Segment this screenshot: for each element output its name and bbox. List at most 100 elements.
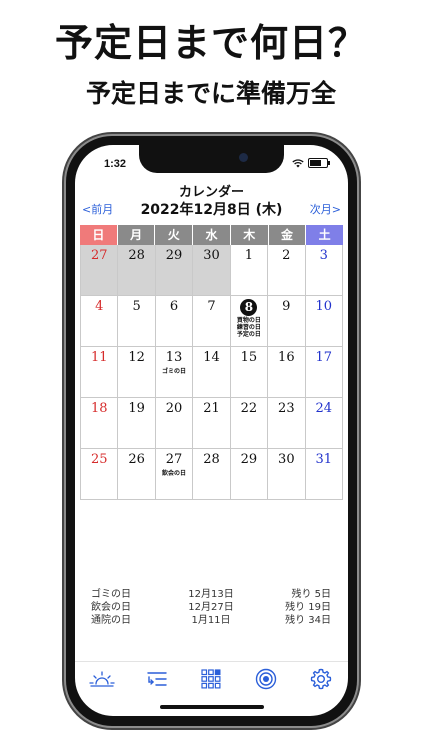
day-number: 15 bbox=[240, 350, 258, 365]
day-number: 7 bbox=[207, 299, 216, 314]
promo-headline: 予定日まで何日？ bbox=[54, 21, 367, 65]
day-events: 飲会の日 bbox=[156, 470, 192, 477]
day-number: 11 bbox=[90, 350, 108, 365]
calendar-day-cell[interactable]: 23 bbox=[268, 398, 306, 449]
weekday-header: 日月火水木金土 bbox=[80, 225, 344, 245]
calendar-day-cell[interactable]: 1 bbox=[230, 245, 269, 296]
day-number: 21 bbox=[203, 401, 220, 416]
calendar-week: 25 26 27 飲会の日 28 29 30 31 bbox=[80, 449, 343, 500]
notch bbox=[139, 145, 284, 173]
calendar-day-cell[interactable]: 5 bbox=[118, 296, 156, 347]
calendar-day-cell[interactable]: 7 bbox=[193, 296, 231, 347]
calendar-day-cell[interactable]: 6 bbox=[155, 296, 194, 347]
calendar-grid: 日月火水木金土 27 28 29 30 1 2 3 4 5 6 7 8 買物の日 練習の日 予定の日 9 10 1… bbox=[80, 225, 344, 500]
calendar-day-cell[interactable]: 8 買物の日 練習の日 予定の日 bbox=[230, 296, 269, 347]
calendar-day-cell[interactable]: 25 bbox=[80, 449, 119, 500]
days-remaining: 残り 34日 bbox=[285, 615, 331, 626]
calendar-day-cell[interactable]: 4 bbox=[80, 296, 119, 347]
calendar-day-cell[interactable]: 15 bbox=[230, 347, 269, 398]
weekday-label: 日 bbox=[80, 225, 118, 245]
status-time: 1:32 bbox=[104, 158, 127, 170]
countdown-list: ゴミの日 12月13日 残り 5日 飲会の日 12月27日 残り 19日 通院の日 1月11日… bbox=[91, 586, 331, 626]
day-number: 13 bbox=[165, 350, 183, 365]
next-month-button[interactable]: 次月> bbox=[310, 201, 341, 217]
calendar-day-cell[interactable]: 16 bbox=[268, 347, 306, 398]
calendar-day-cell[interactable]: 30 bbox=[193, 245, 231, 296]
calendar-day-cell[interactable]: 27 bbox=[80, 245, 119, 296]
calendar-day-cell[interactable]: 30 bbox=[268, 449, 306, 500]
sunrise-icon bbox=[89, 671, 115, 687]
calendar-day-cell[interactable]: 27 飲会の日 bbox=[155, 449, 194, 500]
event-name: 通院の日 bbox=[91, 615, 131, 626]
calendar-week: 18 19 20 21 22 23 24 bbox=[80, 398, 343, 449]
prev-month-button[interactable]: <前月 bbox=[82, 201, 113, 217]
calendar-day-cell[interactable]: 28 bbox=[118, 245, 156, 296]
target-icon bbox=[255, 668, 277, 690]
calendar-day-cell[interactable]: 20 bbox=[155, 398, 194, 449]
selected-date: 2022年12月8日 (木) bbox=[140, 202, 283, 218]
day-number: 4 bbox=[95, 299, 104, 314]
countdown-row[interactable]: 通院の日 1月11日 残り 34日 bbox=[91, 612, 331, 626]
today-marker: 8 bbox=[240, 299, 258, 316]
calendar-day-cell[interactable]: 19 bbox=[118, 398, 156, 449]
calendar-title: カレンダー bbox=[178, 185, 244, 200]
day-number: 29 bbox=[165, 248, 183, 263]
tab-calendar[interactable] bbox=[196, 664, 226, 694]
calendar-day-cell[interactable]: 17 bbox=[305, 347, 343, 398]
tab-settings[interactable] bbox=[306, 664, 336, 694]
wifi-icon bbox=[292, 158, 304, 167]
weekday-label: 金 bbox=[268, 225, 307, 245]
tab-target[interactable] bbox=[251, 664, 281, 694]
day-number: 28 bbox=[203, 452, 220, 467]
day-events: 買物の日 練習の日 予定の日 bbox=[231, 317, 267, 338]
calendar-day-cell[interactable]: 10 bbox=[305, 296, 343, 347]
day-number: 30 bbox=[278, 452, 295, 467]
calendar-day-cell[interactable]: 26 bbox=[118, 449, 156, 500]
weekday-label: 水 bbox=[193, 225, 231, 245]
calendar-day-cell[interactable]: 21 bbox=[193, 398, 231, 449]
event-date: 1月11日 bbox=[191, 615, 231, 626]
day-number: 16 bbox=[278, 350, 295, 365]
calendar-day-cell[interactable]: 24 bbox=[305, 398, 343, 449]
day-number: 22 bbox=[240, 401, 258, 416]
calendar-day-cell[interactable]: 2 bbox=[268, 245, 306, 296]
day-events: ゴミの日 bbox=[156, 368, 192, 375]
weekday-label: 月 bbox=[117, 225, 156, 245]
event-label: ゴミの日 bbox=[162, 368, 187, 375]
day-number: 17 bbox=[315, 350, 333, 365]
calendar-day-cell[interactable]: 9 bbox=[268, 296, 306, 347]
gear-icon bbox=[310, 668, 331, 690]
tab-today[interactable] bbox=[87, 664, 117, 694]
promo-subheadline: 予定日までに準備万全 bbox=[85, 79, 336, 108]
calendar-day-cell[interactable]: 11 bbox=[80, 347, 119, 398]
day-number: 20 bbox=[165, 401, 183, 416]
event-label: 買物の日 bbox=[236, 317, 261, 324]
day-number: 18 bbox=[90, 401, 108, 416]
day-number: 12 bbox=[128, 350, 145, 365]
day-number: 3 bbox=[319, 248, 328, 263]
calendar-day-cell[interactable]: 29 bbox=[155, 245, 194, 296]
status-icons bbox=[292, 158, 330, 168]
calendar-week: 11 12 13 ゴミの日 14 15 16 17 bbox=[80, 347, 343, 398]
calendar-day-cell[interactable]: 22 bbox=[230, 398, 269, 449]
day-number: 29 bbox=[240, 452, 258, 467]
day-number: 2 bbox=[282, 248, 291, 263]
tab-list[interactable] bbox=[142, 664, 172, 694]
calendar-day-cell[interactable]: 14 bbox=[193, 347, 231, 398]
calendar-day-cell[interactable]: 12 bbox=[118, 347, 156, 398]
day-number: 19 bbox=[128, 401, 145, 416]
calendar-day-cell[interactable]: 3 bbox=[305, 245, 343, 296]
day-number: 10 bbox=[315, 299, 333, 314]
calendar-week: 27 28 29 30 1 2 3 bbox=[80, 245, 343, 296]
calendar-day-cell[interactable]: 13 ゴミの日 bbox=[155, 347, 194, 398]
day-number: 9 bbox=[282, 299, 291, 314]
day-number: 26 bbox=[128, 452, 145, 467]
weekday-label: 木 bbox=[230, 225, 269, 245]
calendar-day-cell[interactable]: 29 bbox=[230, 449, 269, 500]
calendar-day-cell[interactable]: 18 bbox=[80, 398, 119, 449]
calendar-day-cell[interactable]: 31 bbox=[305, 449, 343, 500]
battery-icon bbox=[308, 158, 330, 168]
day-number: 28 bbox=[128, 248, 145, 263]
grid-icon bbox=[201, 669, 221, 689]
calendar-day-cell[interactable]: 28 bbox=[193, 449, 231, 500]
